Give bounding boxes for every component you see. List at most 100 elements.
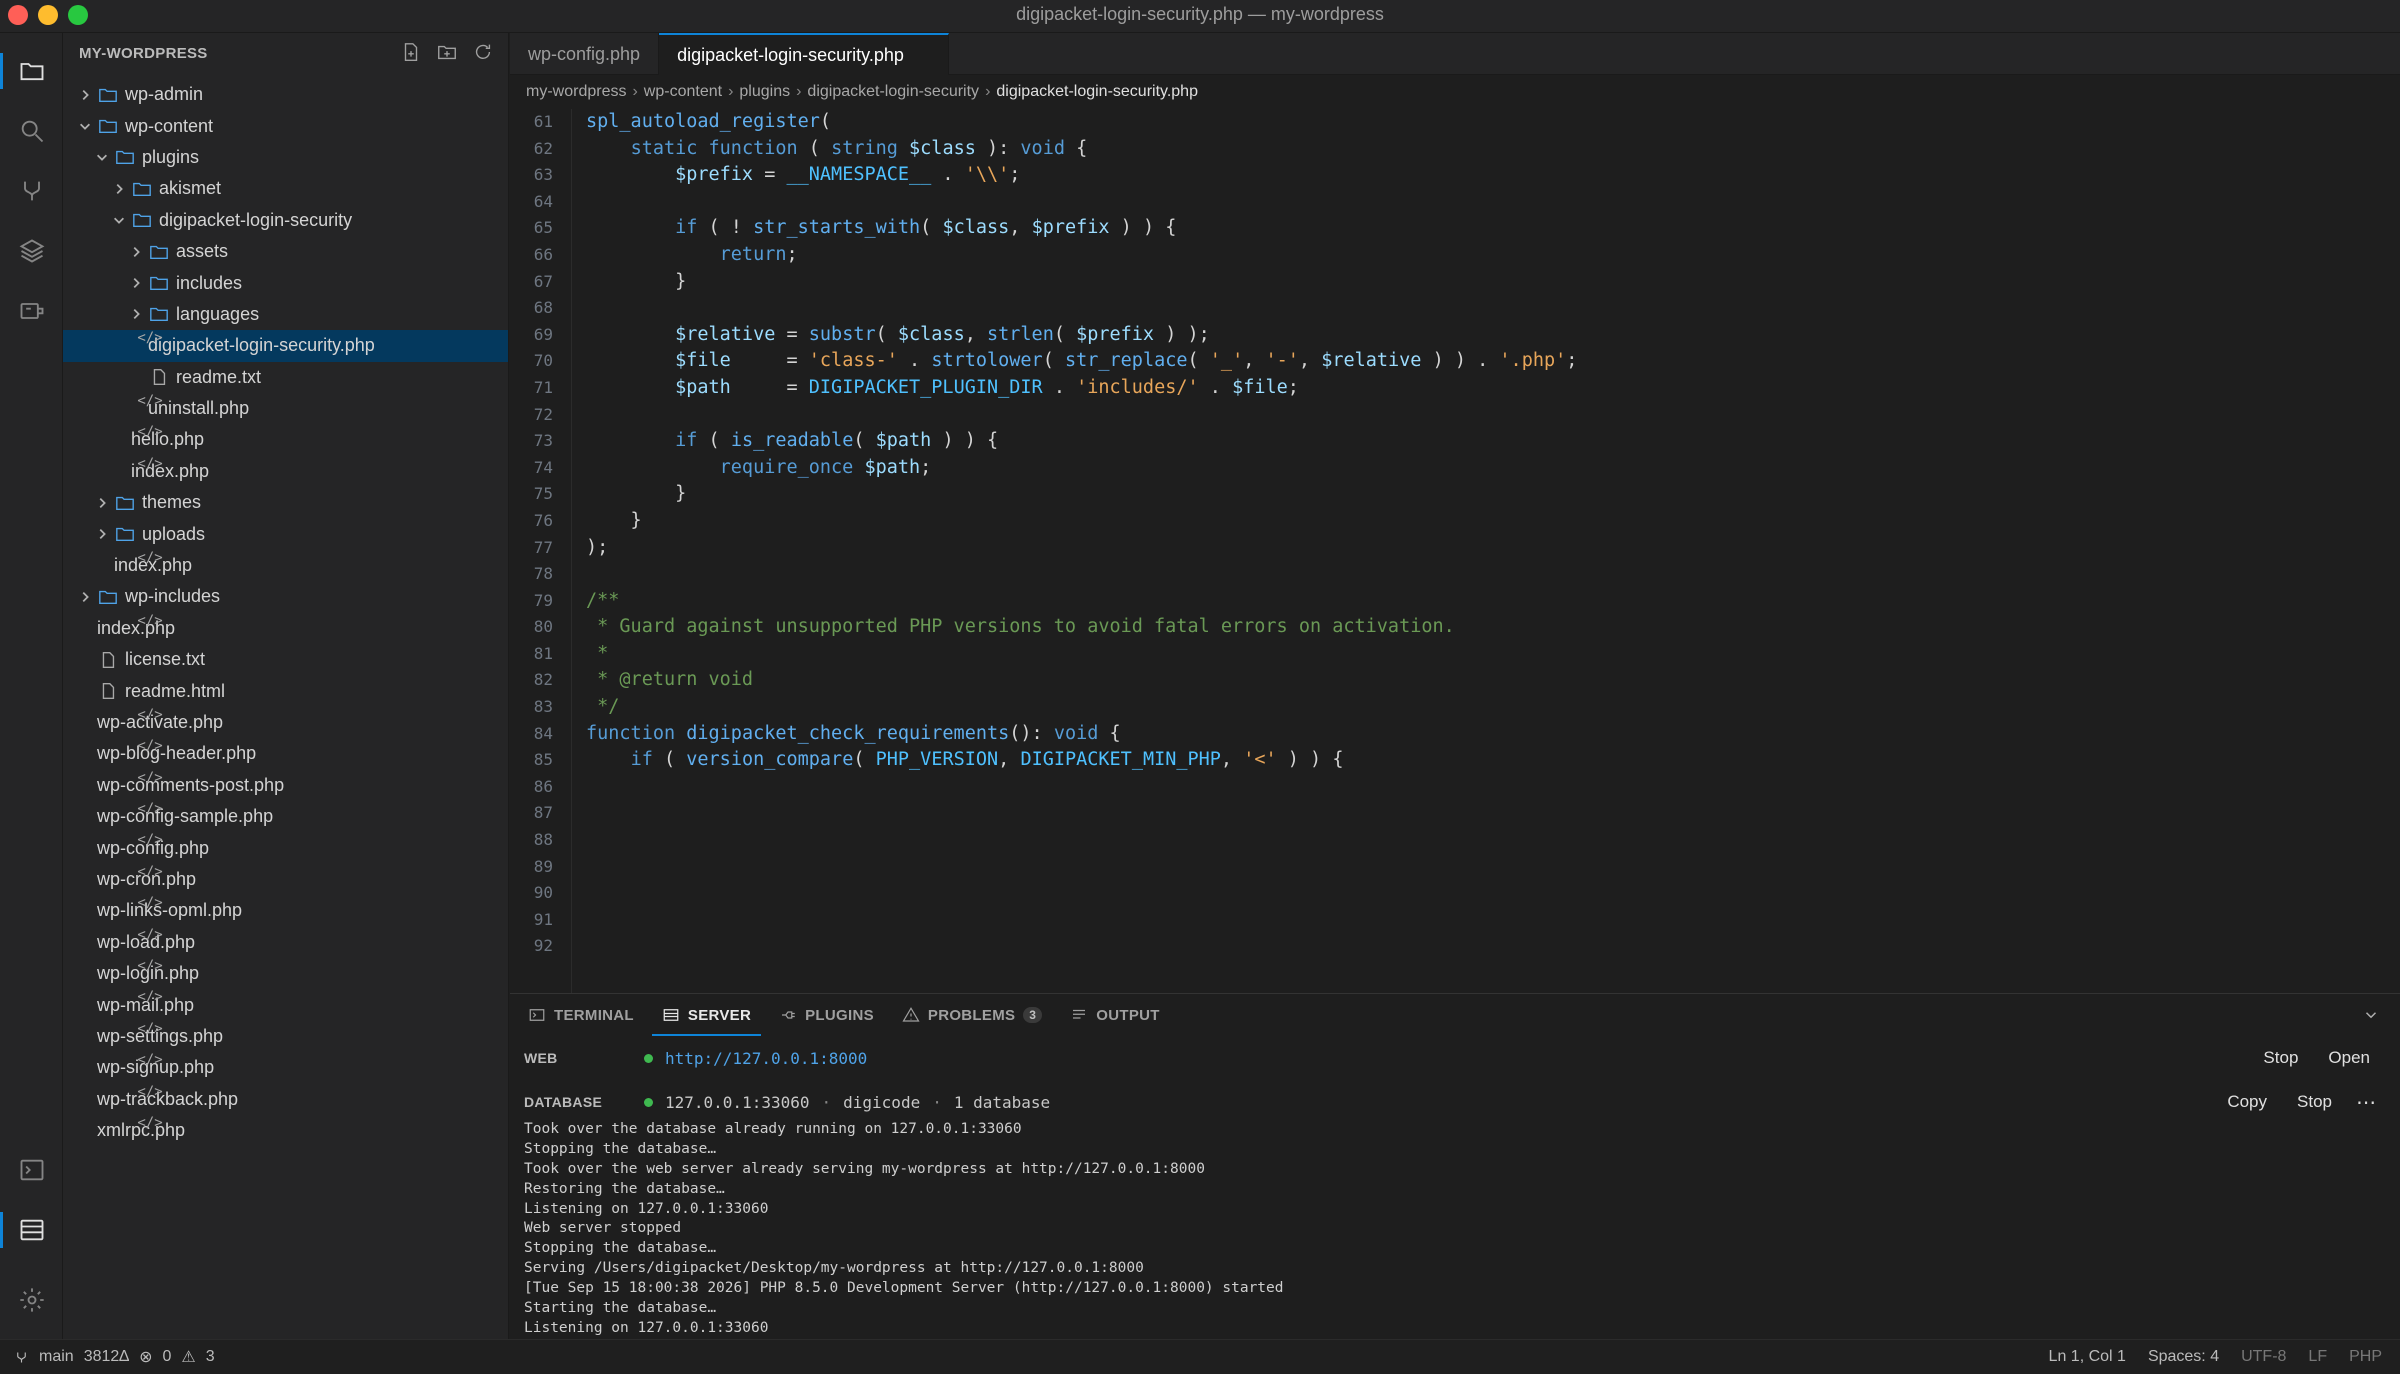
error-count[interactable]: 0 <box>162 1348 171 1366</box>
code-line[interactable]: $file = 'class-' . strtolower( str_repla… <box>586 348 2400 375</box>
code-line[interactable]: * @return void <box>586 667 2400 694</box>
breadcrumb-item[interactable]: my-wordpress <box>526 83 626 101</box>
tree-item[interactable]: </> wp-comments-post.php <box>63 770 508 801</box>
code-line[interactable] <box>586 827 2400 854</box>
code-lines[interactable]: spl_autoload_register( static function (… <box>586 109 2400 960</box>
tree-item[interactable]: languages <box>63 299 508 330</box>
tree-item[interactable]: </> wp-blog-header.php <box>63 738 508 769</box>
extensions-icon[interactable] <box>0 287 63 335</box>
code-line[interactable] <box>586 907 2400 934</box>
web-open-button[interactable]: Open <box>2318 1044 2380 1072</box>
code-line[interactable]: require_once $path; <box>586 455 2400 482</box>
tree-item[interactable]: license.txt <box>63 644 508 675</box>
code-editor[interactable]: 61 62 63 64 65 66 67 68 69 70 71 72 73 74 75 76 77 78 79 80… <box>510 109 2400 993</box>
more-actions-icon[interactable]: ⋯ <box>2352 1090 2380 1115</box>
explorer-icon[interactable] <box>0 47 63 95</box>
code-line[interactable]: $prefix = __NAMESPACE__ . '\\'; <box>586 162 2400 189</box>
database-stop-button[interactable]: Stop <box>2287 1088 2342 1116</box>
code-line[interactable] <box>586 933 2400 960</box>
branch-name[interactable]: main <box>39 1348 74 1366</box>
tree-item[interactable]: </> wp-activate.php <box>63 707 508 738</box>
code-line[interactable]: ); <box>586 535 2400 562</box>
code-line[interactable] <box>586 854 2400 881</box>
panel-tab-server[interactable]: SERVER <box>651 994 762 1036</box>
code-line[interactable]: /** <box>586 588 2400 615</box>
tree-item[interactable]: </> wp-config.php <box>63 832 508 863</box>
cursor-position[interactable]: Ln 1, Col 1 <box>2049 1348 2126 1366</box>
tree-item[interactable]: </> uninstall.php <box>63 393 508 424</box>
tree-item[interactable]: akismet <box>63 173 508 204</box>
tree-item[interactable]: </> wp-mail.php <box>63 989 508 1020</box>
database-copy-button[interactable]: Copy <box>2217 1088 2277 1116</box>
panel-tab-output[interactable]: OUTPUT <box>1070 994 1159 1036</box>
terminal-icon[interactable] <box>0 1146 63 1194</box>
panel-tab-plugins[interactable]: PLUGINS <box>779 994 874 1036</box>
web-stop-button[interactable]: Stop <box>2253 1044 2308 1072</box>
tree-item[interactable]: plugins <box>63 142 508 173</box>
tree-item[interactable]: assets <box>63 236 508 267</box>
code-line[interactable] <box>586 561 2400 588</box>
tree-item[interactable]: </> index.php <box>63 613 508 644</box>
tree-item[interactable]: uploads <box>63 518 508 549</box>
tree-item[interactable]: </> wp-cron.php <box>63 864 508 895</box>
editor-tab[interactable]: digipacket-login-security.php <box>659 33 949 75</box>
tree-item[interactable]: readme.txt <box>63 362 508 393</box>
tree-item[interactable]: digipacket-login-security <box>63 205 508 236</box>
tree-item[interactable]: </> wp-load.php <box>63 927 508 958</box>
tree-item[interactable]: wp-includes <box>63 581 508 612</box>
new-folder-icon[interactable] <box>436 41 458 63</box>
layers-icon[interactable] <box>0 227 63 275</box>
panel-tab-terminal[interactable]: TERMINAL <box>528 994 634 1036</box>
code-line[interactable]: } <box>586 269 2400 296</box>
code-line[interactable]: function digipacket_check_requirements()… <box>586 721 2400 748</box>
tree-item[interactable]: </> index.php <box>63 550 508 581</box>
code-line[interactable] <box>586 402 2400 429</box>
end-of-line[interactable]: LF <box>2308 1348 2327 1366</box>
code-line[interactable] <box>586 800 2400 827</box>
code-line[interactable]: if ( version_compare( PHP_VERSION, DIGIP… <box>586 747 2400 774</box>
code-line[interactable]: return; <box>586 242 2400 269</box>
tree-item[interactable]: wp-content <box>63 110 508 141</box>
tree-item[interactable]: themes <box>63 487 508 518</box>
new-file-icon[interactable] <box>400 41 422 63</box>
code-line[interactable]: */ <box>586 694 2400 721</box>
sync-status[interactable]: 3812∆ <box>84 1348 129 1366</box>
code-line[interactable]: * <box>586 641 2400 668</box>
code-line[interactable] <box>586 189 2400 216</box>
breadcrumb-item[interactable]: wp-content <box>644 83 722 101</box>
source-control-icon[interactable] <box>0 167 63 215</box>
tree-item[interactable]: </> wp-settings.php <box>63 1021 508 1052</box>
tree-item[interactable]: </> digipacket-login-security.php <box>63 330 508 362</box>
language-mode[interactable]: PHP <box>2349 1348 2382 1366</box>
tree-item[interactable]: </> wp-links-opml.php <box>63 895 508 926</box>
code-line[interactable]: if ( ! str_starts_with( $class, $prefix … <box>586 215 2400 242</box>
server-icon[interactable] <box>0 1206 63 1254</box>
tree-item[interactable]: </> wp-trackback.php <box>63 1084 508 1115</box>
tree-item[interactable]: readme.html <box>63 675 508 706</box>
tree-item[interactable]: </> hello.php <box>63 424 508 455</box>
warning-count[interactable]: 3 <box>206 1348 215 1366</box>
collapse-panel-button[interactable] <box>2362 1006 2380 1029</box>
code-line[interactable]: static function ( string $class ): void … <box>586 136 2400 163</box>
tree-item[interactable]: includes <box>63 267 508 298</box>
code-line[interactable]: spl_autoload_register( <box>586 109 2400 136</box>
code-line[interactable]: if ( is_readable( $path ) ) { <box>586 428 2400 455</box>
indentation[interactable]: Spaces: 4 <box>2148 1348 2219 1366</box>
breadcrumb-item[interactable]: plugins <box>739 83 790 101</box>
tree-item[interactable]: </> wp-login.php <box>63 958 508 989</box>
search-icon[interactable] <box>0 107 63 155</box>
tree-item[interactable]: </> wp-signup.php <box>63 1052 508 1083</box>
panel-tab-problems[interactable]: PROBLEMS 3 <box>902 994 1043 1036</box>
editor-tab[interactable]: wp-config.php <box>510 33 660 75</box>
tree-item[interactable]: wp-admin <box>63 79 508 110</box>
code-line[interactable] <box>586 774 2400 801</box>
tree-item[interactable]: </> index.php <box>63 456 508 487</box>
code-line[interactable]: } <box>586 481 2400 508</box>
code-line[interactable] <box>586 295 2400 322</box>
code-line[interactable]: } <box>586 508 2400 535</box>
code-line[interactable]: $path = DIGIPACKET_PLUGIN_DIR . 'include… <box>586 375 2400 402</box>
settings-icon[interactable] <box>0 1276 63 1324</box>
tree-item[interactable]: </> wp-config-sample.php <box>63 801 508 832</box>
encoding[interactable]: UTF-8 <box>2241 1348 2286 1366</box>
breadcrumb-item[interactable]: digipacket-login-security.php <box>996 83 1198 101</box>
